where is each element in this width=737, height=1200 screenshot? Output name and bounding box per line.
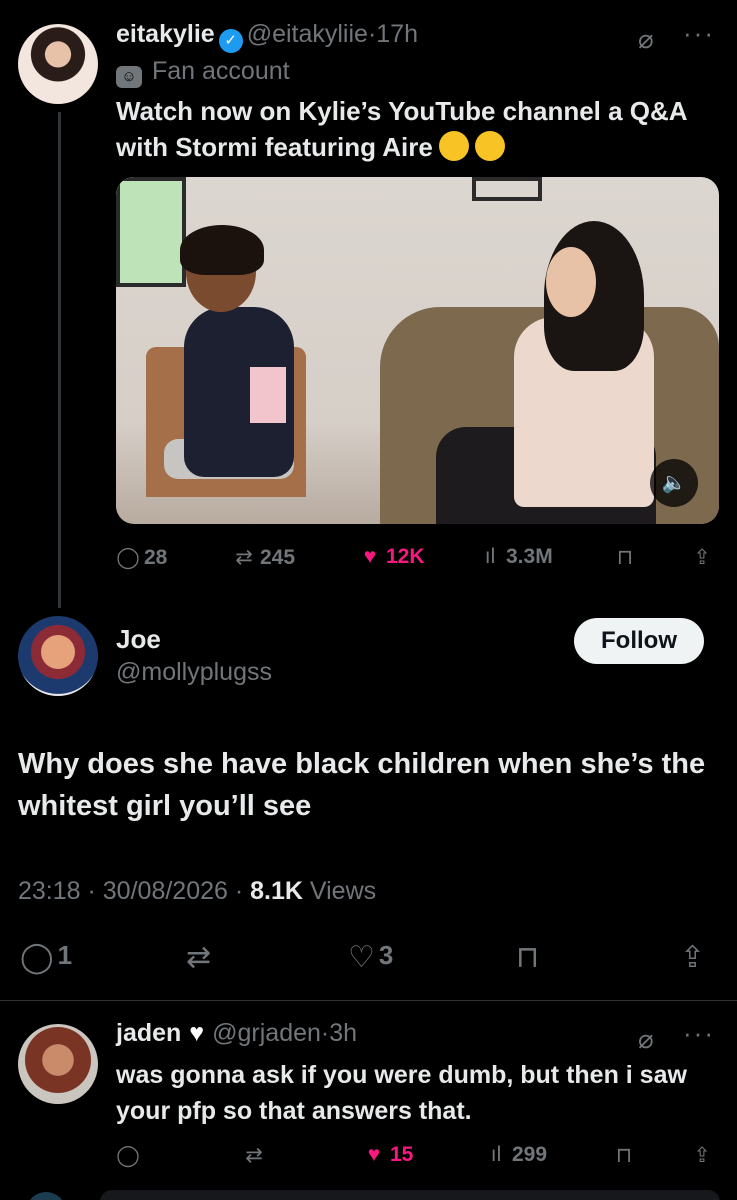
reply-button[interactable]: ◯ 1 [20,940,72,975]
post-text-content: Watch now on Kylie’s YouTube channel a Q… [116,96,687,162]
avatar[interactable] [26,1192,66,1200]
grok-icon[interactable]: ⌀ [638,24,668,54]
post-date: 30/08/2026 [102,877,228,905]
post-metadata: 23:18 · 30/08/2026 · 8.1K Views [18,877,377,905]
reply-composer[interactable] [100,1190,720,1200]
post-header: eitakylie ✓ @eitakyliie·17h [116,20,418,53]
share-icon: ⇪ [680,941,706,974]
account-label: ☺ Fan account [116,57,290,88]
verified-badge-icon: ✓ [218,29,243,53]
crying-face-emoji-icon [438,131,469,161]
bar-chart-icon: ıl [490,1143,502,1166]
views-count: 299 [512,1143,548,1166]
display-name[interactable]: jaden [116,1019,181,1047]
post-text: Why does she have black children when sh… [18,748,706,822]
like-count: 12K [386,545,425,568]
post-header: jaden ♥ @grjaden·3h [116,1019,357,1048]
volume-icon[interactable]: 🔈 [650,459,698,507]
video-scene-card [250,367,286,423]
video-scene-child-hair [180,225,264,275]
handle[interactable]: @grjaden [212,1019,321,1047]
video-scene-window [116,177,186,287]
views-label: Views [309,877,377,905]
post-text: Watch now on Kylie’s YouTube channel a Q… [116,93,716,165]
repost-button[interactable]: ⇄ [186,940,211,975]
repost-icon: ⇄ [186,941,212,974]
video-scene-woman-face [546,247,596,317]
repost-icon: ⇄ [235,546,253,569]
reply-count: 28 [144,546,168,569]
bookmark-icon: ⊓ [516,941,540,974]
timestamp[interactable]: 3h [329,1019,357,1047]
bookmark-icon: ⊓ [616,546,634,569]
like-count: 15 [390,1143,414,1166]
views-button[interactable]: ıl 299 [484,1143,547,1167]
heart-icon: ♡ [348,941,375,974]
repost-button[interactable]: ⇄ 245 [232,545,295,570]
repost-icon: ⇄ [245,1144,263,1167]
reply-icon: ◯ [116,1144,140,1167]
like-button[interactable]: ♡ 3 [348,940,393,975]
reply-button[interactable]: ◯ [116,1143,144,1168]
reply-count: 1 [57,940,73,970]
reply-button[interactable]: ◯ 28 [116,545,167,570]
timestamp[interactable]: 17h [376,20,418,48]
bookmark-button[interactable]: ⊓ [516,940,539,975]
display-name[interactable]: eitakylie [116,20,215,48]
like-button[interactable]: ♥ 12K [358,545,425,569]
thread-connector-line [58,112,61,608]
views-count: 3.3M [506,545,553,568]
avatar[interactable] [18,616,98,696]
post-text: was gonna ask if you were dumb, but then… [116,1061,687,1125]
follow-button[interactable]: Follow [574,618,704,664]
share-button[interactable]: ⇪ [690,1143,718,1168]
avatar[interactable] [18,24,98,104]
handle[interactable]: @mollyplugss [116,658,272,687]
share-button[interactable]: ⇪ [690,545,718,570]
heart-filled-icon: ♥ [363,545,377,568]
repost-button[interactable]: ⇄ [242,1143,270,1168]
reply-icon: ◯ [20,941,54,974]
display-name[interactable]: Joe [116,624,161,655]
grok-icon[interactable]: ⌀ [638,1024,654,1055]
like-button[interactable]: ♥ 15 [362,1143,414,1167]
separator: · [320,1019,330,1047]
bookmark-icon: ⊓ [615,1144,633,1167]
heart-filled-icon: ♥ [367,1143,381,1166]
avatar[interactable] [18,1024,98,1104]
bar-chart-icon: ıl [484,545,496,568]
white-heart-emoji-icon: ♥ [189,1019,205,1047]
account-label-text: Fan account [152,57,290,85]
share-icon: ⇪ [693,546,711,569]
more-options-icon[interactable]: ··· [683,1018,715,1049]
like-count: 3 [378,940,394,970]
repost-count: 245 [260,546,296,569]
video-player[interactable] [116,177,719,524]
tears-of-joy-emoji-icon [474,131,505,161]
bookmark-button[interactable]: ⊓ [613,545,641,570]
share-button[interactable]: ⇪ [680,940,705,975]
divider [0,1000,737,1001]
bookmark-button[interactable]: ⊓ [612,1143,640,1168]
views-count[interactable]: 8.1K [250,877,303,905]
fan-account-icon: ☺ [116,66,142,88]
share-icon: ⇪ [693,1144,711,1167]
handle[interactable]: @eitakyliie [247,20,368,48]
post-time: 23:18 [18,877,81,905]
reply-icon: ◯ [116,546,140,569]
video-scene-frame [472,177,542,201]
views-button[interactable]: ıl 3.3M [478,545,553,569]
more-options-icon[interactable]: ··· [683,18,715,49]
